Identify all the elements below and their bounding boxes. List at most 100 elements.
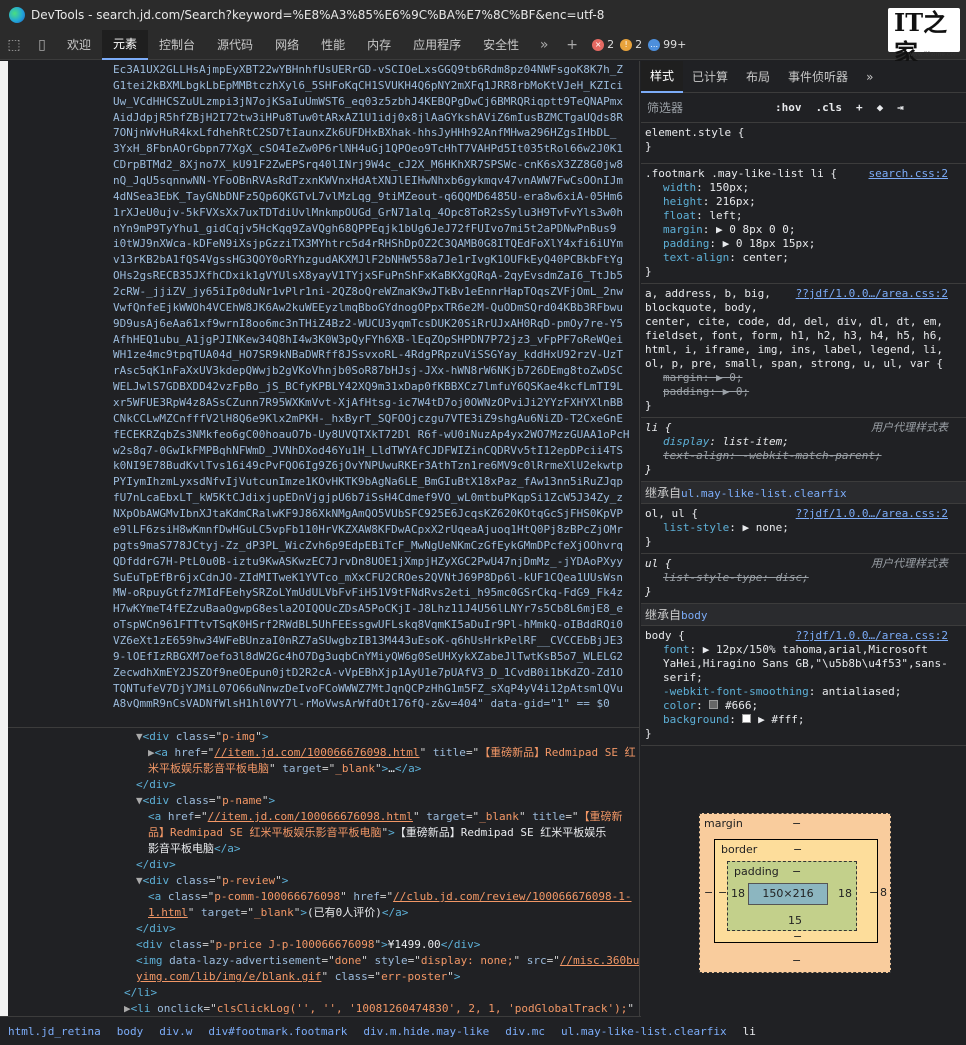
dom-tree[interactable]: ▼<div class="p-img"> ▶<a href="//item.jd.… — [8, 729, 639, 1016]
css-rule-ol-ul[interactable]: ol, ul { ??jdf/1.0.0…/area.css:2 list-st… — [641, 504, 966, 554]
error-count-badge[interactable]: × 2 — [592, 38, 614, 51]
attribute-value-line: rAsc5qK1nFaXxUV3kdepQWwjb2gVKoVhnjb0SoR8… — [113, 364, 623, 378]
attribute-value-line: WELJwlS7GDBXDD42vzFpBo_jS_BCfyKPBLY42XQ9… — [113, 380, 623, 394]
selected-attribute-value[interactable]: Ec3A1UX2GLLHsAjmpEyXBT22wYBHnhfUsUERrGD-… — [8, 61, 639, 727]
source-link[interactable]: ??jdf/1.0.0…/area.css:2 — [796, 287, 948, 301]
tab-elements[interactable]: 元素 — [102, 29, 149, 60]
tab-memory[interactable]: 内存 — [356, 30, 402, 60]
dom-node-line[interactable]: yimg.com/lib/img/e/blank.gif" class="err… — [8, 969, 639, 985]
attribute-value-line: VZ6eXt1zE659hw34WFeBUnzaI0nRZ7aSUwgbzIB1… — [113, 633, 623, 647]
tab-styles[interactable]: 样式 — [641, 61, 684, 93]
breadcrumb-item[interactable]: div.mc — [497, 1025, 553, 1038]
attribute-value-line: CDrpBTMd2_8Xjno7X_kU91F2ZwEPSrq40lINrj9W… — [113, 158, 623, 172]
source-link[interactable]: ??jdf/1.0.0…/area.css:2 — [796, 629, 948, 643]
attribute-value-line: nQ_JqU5sqnnwNN-YFoOBnRVAsRdTzxnKWVnxHdAt… — [113, 174, 623, 188]
dom-node-line[interactable]: ▼<div class="p-review"> — [8, 873, 639, 889]
dom-node-line[interactable]: </div> — [8, 777, 639, 793]
dom-node-line[interactable]: <a class="p-comm-100066676098" href="//c… — [8, 889, 639, 905]
message-icon: … — [648, 38, 661, 51]
dom-node-line[interactable]: ▼<div class="p-name"> — [8, 793, 639, 809]
dom-node-line[interactable]: <a href="//item.jd.com/100066676098.html… — [8, 809, 639, 825]
inherited-selector-link[interactable]: body — [681, 609, 708, 622]
warning-count-badge[interactable]: ! 2 — [620, 38, 642, 51]
dom-node-line[interactable]: ▶<li onclick="clsClickLog('', '', '10081… — [8, 1001, 639, 1016]
box-model-content: 150×216 — [748, 883, 828, 905]
attribute-value-line: pgts9maS778JCtyj-Zz_dP3PL_WicZvh6p9EdpEB… — [113, 538, 623, 552]
inspect-element-icon[interactable]: ⬚ — [0, 30, 28, 60]
attribute-value-line: PYIymIhzmLyxsdNfvIjVutcunImze1KOvHKTK9bA… — [113, 475, 623, 489]
more-tabs-icon[interactable]: » — [530, 30, 558, 60]
attribute-value-line: 1rXJeU0ujv-5kFVXsXx7uxTDTdiUvlMnkmpOUGd_… — [113, 205, 623, 219]
dom-node-line[interactable]: </div> — [8, 857, 639, 873]
tab-application[interactable]: 应用程序 — [402, 30, 472, 60]
more-sidebar-tabs-icon[interactable]: » — [857, 61, 882, 93]
add-tab-icon[interactable]: + — [558, 30, 586, 60]
tab-sources[interactable]: 源代码 — [206, 30, 264, 60]
dom-node-line[interactable]: <img data-lazy-advertisement="done" styl… — [8, 953, 639, 969]
device-emulation-icon[interactable]: ▯ — [28, 30, 56, 60]
css-property[interactable]: text-align: center; — [645, 251, 966, 265]
toggle-sidebar-icon[interactable]: ⇥ — [897, 101, 904, 114]
styles-sidebar: 样式 已计算 布局 事件侦听器 » 筛选器 :hov .cls + ◆ ⇥ el… — [641, 61, 966, 1045]
css-rule-footmark[interactable]: .footmark .may-like-list li { search.css… — [641, 164, 966, 284]
dom-node-line[interactable]: </li> — [8, 985, 639, 1001]
css-rule-reset[interactable]: a, address, b, big, ??jdf/1.0.0…/area.cs… — [641, 284, 966, 418]
attribute-value-line: ZecwdhXmEY2JSZOf9neOEpun0jtD2R2cA-vVpEBh… — [113, 665, 623, 679]
css-rule-body[interactable]: body { ??jdf/1.0.0…/area.css:2 font: ▶ 1… — [641, 626, 966, 746]
breadcrumb-item[interactable]: li — [735, 1025, 764, 1038]
elements-panel[interactable]: Ec3A1UX2GLLHsAjmpEyXBT22wYBHnhfUsUERrGD-… — [8, 61, 640, 1016]
attribute-value-line: v13rKB2bA1fQS4VgssHG3QOY0oRYhzgudAKXMJlF… — [113, 253, 623, 267]
css-property[interactable]: margin: ▶ 0 8px 0 0; — [645, 223, 966, 237]
attribute-value-line: NXpObAWGMvIbnXJtaKdmCRalwKF9J86XkNMgAmQO… — [113, 507, 623, 521]
window-titlebar: DevTools - search.jd.com/Search?keyword=… — [0, 0, 966, 30]
color-swatch[interactable] — [709, 700, 719, 709]
new-rule-icon[interactable]: + — [856, 101, 863, 114]
attribute-value-line: VwfQnfeEjkWWOh4VCEhW8JK6Aw2kuWEEyzlmqBbo… — [113, 300, 623, 314]
css-rule-li-useragent[interactable]: li { 用户代理样式表 display: list-item; text-al… — [641, 418, 966, 482]
dom-node-line[interactable]: 1.html" target="_blank">(已有0人评价)</a> — [8, 905, 639, 921]
tab-performance[interactable]: 性能 — [310, 30, 356, 60]
dom-node-line[interactable]: ▼<div class="p-img"> — [8, 729, 639, 745]
tab-network[interactable]: 网络 — [264, 30, 310, 60]
attribute-value-line: QDfddrG7H-PtL0u0B-iztu9KwASKwzEC7JrvDn8U… — [113, 554, 623, 568]
tab-event-listeners[interactable]: 事件侦听器 — [779, 61, 857, 93]
hover-state-button[interactable]: :hov — [775, 101, 802, 114]
attribute-value-line: nYn9mP9TyYhu1_gidCqjv5HcKqq9ZaVQgh68QPPE… — [113, 221, 617, 235]
css-property[interactable]: width: 150px; — [645, 181, 966, 195]
ithome-watermark-logo: IT之家 www.ithome.com — [888, 8, 960, 67]
tab-security[interactable]: 安全性 — [472, 30, 530, 60]
message-count-badge[interactable]: … 99+ — [648, 38, 686, 51]
css-property[interactable]: float: left; — [645, 209, 966, 223]
breadcrumb-item[interactable]: div#footmark.footmark — [200, 1025, 355, 1038]
tab-computed[interactable]: 已计算 — [683, 61, 737, 93]
element-style-rule[interactable]: element.style { } — [641, 123, 966, 164]
dom-node-line[interactable]: 品】Redmipad SE 红米平板娱乐影音平板电脑">【重磅新品】Redmip… — [8, 825, 639, 841]
class-toggle-button[interactable]: .cls — [816, 101, 843, 114]
dom-node-line[interactable]: <div class="p-price J-p-100066676098">¥1… — [8, 937, 639, 953]
breadcrumb-item[interactable]: ul.may-like-list.clearfix — [553, 1025, 735, 1038]
devtools-toolbar: ⬚ ▯ 欢迎 元素 控制台 源代码 网络 性能 内存 应用程序 安全性 » + … — [0, 29, 966, 60]
breadcrumb-item[interactable]: body — [109, 1025, 152, 1038]
css-property[interactable]: height: 216px; — [645, 195, 966, 209]
attribute-value-line: OHs2gsRECB35JXfhCDxik1gVYUlsX8yayV1TYjxS… — [113, 269, 623, 283]
paint-icon[interactable]: ◆ — [877, 101, 884, 114]
attribute-value-line: MW-oRpuyGtfz7MIdFEehySRZoLYmUdULVbFvFiH5… — [113, 586, 623, 600]
breadcrumb-item[interactable]: div.m.hide.may-like — [355, 1025, 497, 1038]
attribute-value-line: G1tei2kBXMLbgkLbEpMMBtczhXyl6_5SHFoKqCH1… — [113, 78, 623, 92]
dom-node-line[interactable]: ▶<a href="//item.jd.com/100066676098.htm… — [8, 745, 639, 777]
breadcrumb-item[interactable]: html.jd_retina — [0, 1025, 109, 1038]
tab-welcome[interactable]: 欢迎 — [56, 30, 102, 60]
filter-input[interactable]: 筛选器 — [647, 99, 775, 116]
inherited-selector-link[interactable]: ul.may-like-list.clearfix — [681, 487, 847, 500]
breadcrumb-item[interactable]: div.w — [151, 1025, 200, 1038]
color-swatch[interactable] — [742, 714, 752, 723]
css-property[interactable]: padding: ▶ 0 18px 15px; — [645, 237, 966, 251]
dom-node-line[interactable]: </div> — [8, 921, 639, 937]
css-rule-ul-useragent[interactable]: ul { 用户代理样式表 list-style-type: disc; } — [641, 554, 966, 604]
dom-node-line[interactable]: 影音平板电脑</a> — [8, 841, 639, 857]
tab-console[interactable]: 控制台 — [148, 30, 206, 60]
source-link[interactable]: search.css:2 — [869, 167, 948, 181]
tab-layout[interactable]: 布局 — [737, 61, 779, 93]
attribute-value-line: oTspWCn961FTTtvTSqK0HSrf2RWdBL5UhFEEssgw… — [113, 618, 623, 632]
source-link[interactable]: ??jdf/1.0.0…/area.css:2 — [796, 507, 948, 521]
